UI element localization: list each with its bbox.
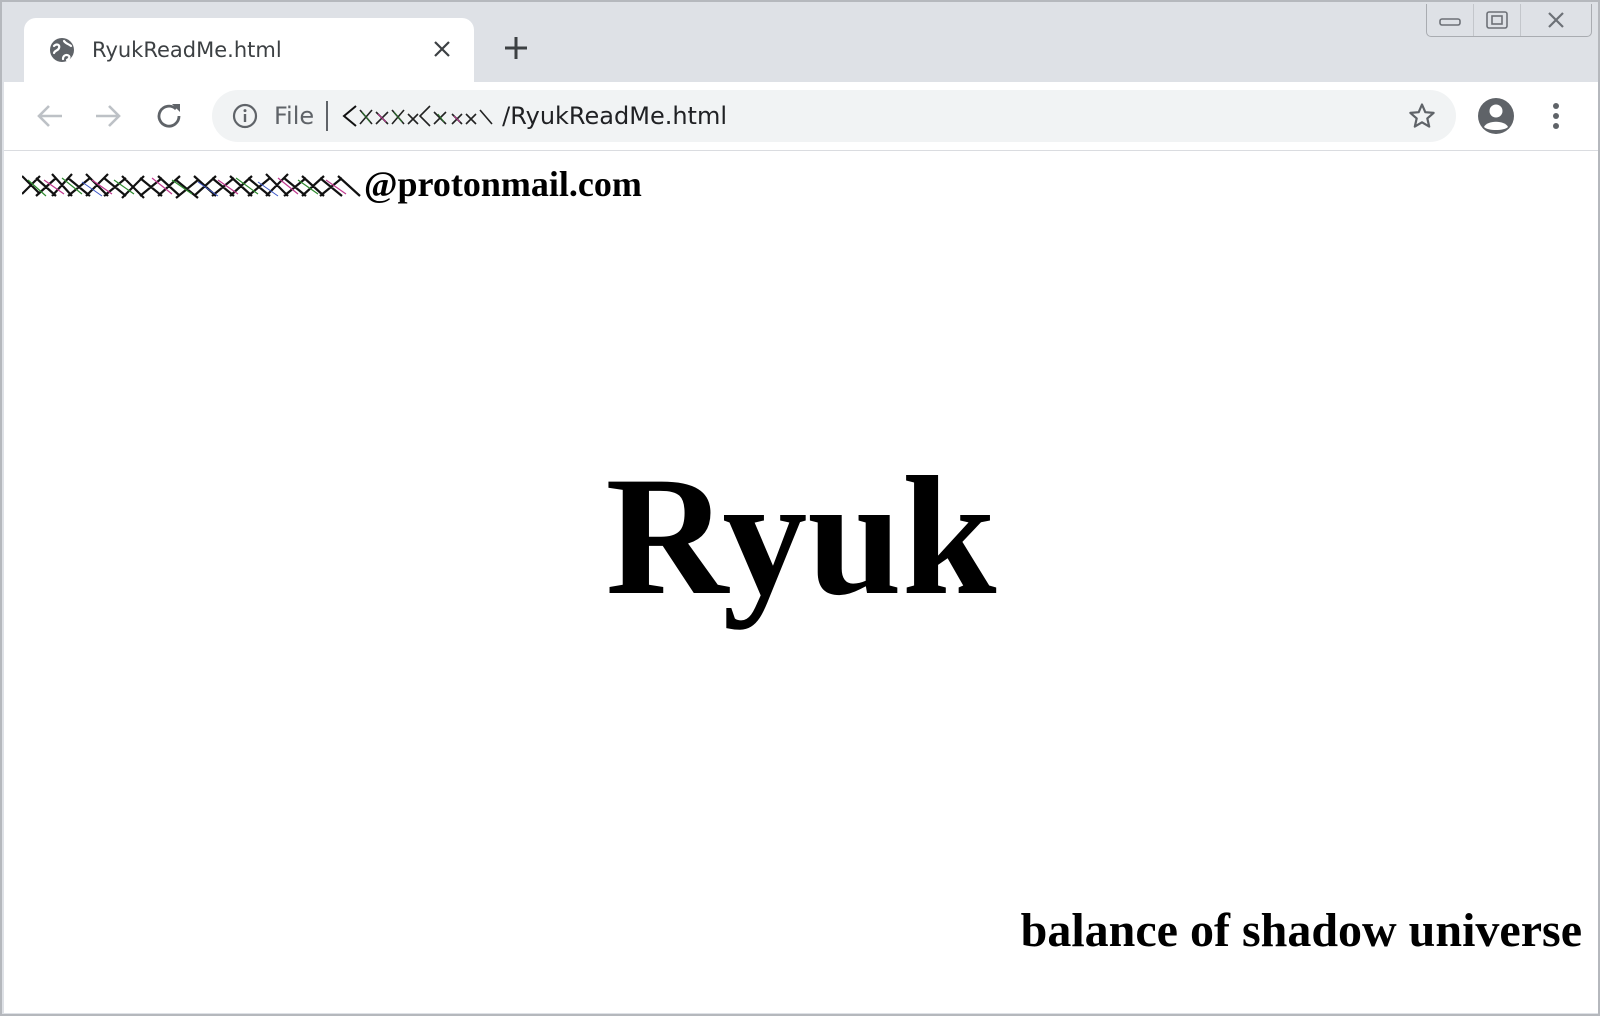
address-scheme: File [274,102,315,130]
page-tagline: balance of shadow universe [1020,904,1582,957]
minimize-icon[interactable] [1427,4,1473,36]
tab-close-icon[interactable] [428,36,456,64]
page-headline: Ryuk [605,442,997,630]
address-bar[interactable]: File /RyukReadMe.html [212,90,1456,142]
restore-icon[interactable] [1473,4,1520,36]
tab-title: RyukReadMe.html [92,38,282,62]
page-content: @protonmail.com Ryuk balance of shadow u… [4,151,1598,1013]
browser-toolbar: File /RyukReadMe.html [4,82,1598,151]
address-separator [326,101,329,131]
reload-icon [157,104,181,128]
browser-tab[interactable]: RyukReadMe.html [24,18,474,82]
globe-icon [48,36,76,64]
reload-button[interactable] [150,96,190,136]
arrow-left-icon [37,105,62,127]
window-controls [1426,4,1592,37]
back-button[interactable] [30,96,70,136]
info-icon[interactable] [232,103,258,129]
account-circle-icon[interactable] [1476,96,1516,136]
browser-window: RyukReadMe.html File /RyukReadMe.html @p… [0,0,1600,1016]
address-path: /RyukReadMe.html [502,102,728,130]
star-icon[interactable] [1408,102,1436,130]
email-domain: @protonmail.com [364,164,642,204]
forward-button[interactable] [88,96,128,136]
arrow-right-icon [96,105,121,127]
redacted-email-user [21,166,362,202]
redacted-path [342,102,502,130]
window-close-icon[interactable] [1520,4,1591,36]
contact-email: @protonmail.com [21,163,642,205]
kebab-menu-icon[interactable] [1536,96,1576,136]
plus-icon [505,37,527,59]
new-tab-button[interactable] [498,30,534,66]
